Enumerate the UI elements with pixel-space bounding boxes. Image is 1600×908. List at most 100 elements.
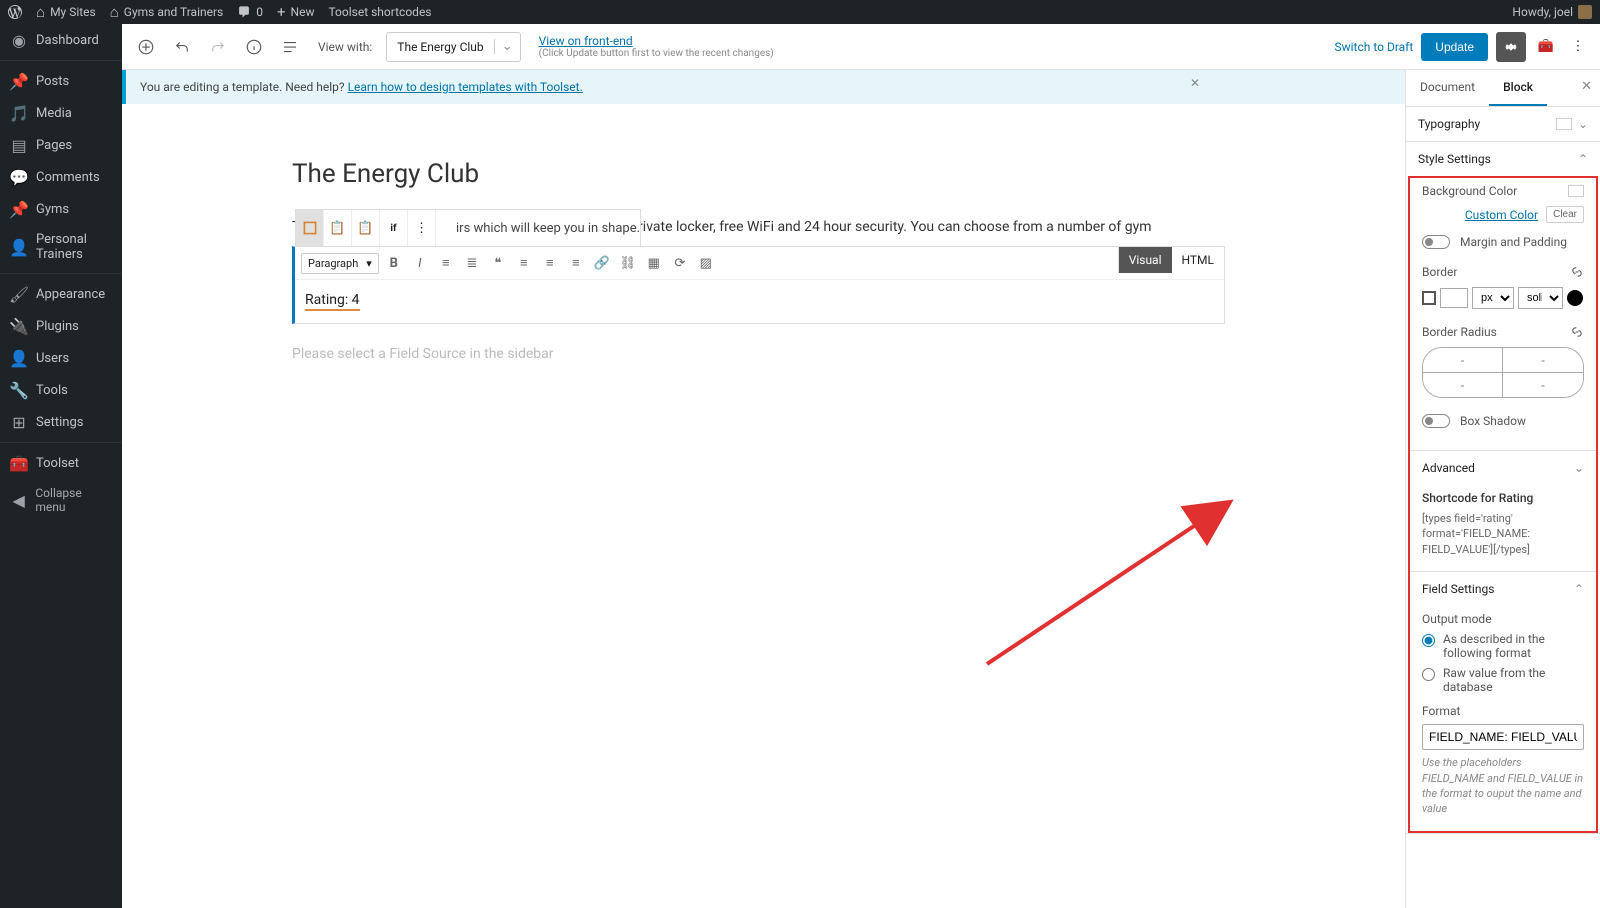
site-name[interactable]: ⌂Gyms and Trainers bbox=[110, 3, 224, 21]
ul-button[interactable]: ≡ bbox=[435, 252, 457, 274]
wrench-icon: 🔧 bbox=[10, 381, 28, 399]
undo-button[interactable] bbox=[168, 33, 196, 61]
update-button[interactable]: Update bbox=[1421, 33, 1488, 61]
sidebar-item-users[interactable]: 👤Users bbox=[0, 342, 122, 374]
sidebar-item-comments[interactable]: 💬Comments bbox=[0, 161, 122, 193]
close-panel-button[interactable]: ✕ bbox=[1581, 79, 1592, 94]
comments-link[interactable]: 0 bbox=[237, 5, 263, 19]
toolset-shortcodes[interactable]: Toolset shortcodes bbox=[328, 5, 431, 19]
sidebar-item-pages[interactable]: ▤Pages bbox=[0, 129, 122, 161]
advanced-section[interactable]: Advanced ⌄ bbox=[1410, 451, 1596, 485]
add-block-button[interactable] bbox=[132, 33, 160, 61]
sidebar-label: Comments bbox=[36, 170, 100, 185]
my-sites-label: My Sites bbox=[50, 5, 96, 19]
link-icon[interactable] bbox=[1570, 325, 1584, 339]
link-icon[interactable] bbox=[1570, 265, 1584, 279]
code-button[interactable]: ⟳ bbox=[669, 252, 691, 274]
format-input[interactable] bbox=[1422, 724, 1584, 750]
quote-button[interactable]: ❝ bbox=[487, 252, 509, 274]
custom-color-link[interactable]: Custom Color bbox=[1465, 208, 1538, 222]
field-block[interactable]: 📋 📋 if ⋮ irs which will keep you in shap… bbox=[292, 246, 1225, 324]
border-style-select[interactable]: solid bbox=[1518, 287, 1563, 309]
sidebar-label: Posts bbox=[36, 74, 69, 89]
typography-section[interactable]: Typography ⌄ bbox=[1406, 107, 1600, 141]
style-settings-section[interactable]: Style Settings ⌃ bbox=[1406, 142, 1600, 176]
ol-button[interactable]: ≣ bbox=[461, 252, 483, 274]
paragraph-select[interactable]: Paragraph▾ bbox=[301, 253, 379, 274]
tab-html[interactable]: HTML bbox=[1172, 247, 1225, 273]
border-unit-select[interactable]: px bbox=[1472, 287, 1514, 309]
sidebar-item-gyms[interactable]: 📌Gyms bbox=[0, 193, 122, 225]
radius-bl[interactable] bbox=[1423, 373, 1503, 397]
empty-field-placeholder[interactable]: Please select a Field Source in the side… bbox=[292, 346, 1225, 362]
block-if-button[interactable]: if bbox=[380, 210, 408, 246]
switch-draft-button[interactable]: Switch to Draft bbox=[1334, 40, 1413, 54]
new-content[interactable]: +New bbox=[277, 3, 314, 21]
redo-button[interactable] bbox=[204, 33, 232, 61]
radio-raw[interactable] bbox=[1422, 668, 1435, 681]
format-hint: Use the placeholders FIELD_NAME and FIEL… bbox=[1422, 755, 1584, 817]
howdy[interactable]: Howdy, joel bbox=[1512, 5, 1592, 19]
align-right-button[interactable]: ≡ bbox=[565, 252, 587, 274]
radius-tr[interactable] bbox=[1503, 348, 1583, 373]
italic-button[interactable]: I bbox=[409, 252, 431, 274]
border-color-picker[interactable] bbox=[1422, 291, 1436, 305]
sidebar-item-trainers[interactable]: 👤Personal Trainers bbox=[0, 225, 122, 269]
output-option-raw[interactable]: Raw value from the database bbox=[1422, 666, 1584, 694]
notice-link[interactable]: Learn how to design templates with Tools… bbox=[348, 80, 583, 94]
link-button[interactable]: 🔗 bbox=[591, 252, 613, 274]
comments-count: 0 bbox=[256, 5, 263, 19]
info-button[interactable] bbox=[240, 33, 268, 61]
align-center-button[interactable]: ≡ bbox=[539, 252, 561, 274]
sidebar-item-appearance[interactable]: 🖌Appearance bbox=[0, 278, 122, 310]
brush-icon: 🖌 bbox=[10, 285, 28, 303]
field-settings-section[interactable]: Field Settings ⌃ bbox=[1410, 572, 1596, 606]
block-date-button[interactable]: 📋 bbox=[324, 210, 352, 246]
toolset-icon-button[interactable]: 🧰 bbox=[1534, 39, 1558, 54]
chevron-down-icon: ▾ bbox=[366, 257, 372, 270]
sidebar-item-plugins[interactable]: 🔌Plugins bbox=[0, 310, 122, 342]
radius-tl[interactable] bbox=[1423, 348, 1503, 373]
radio-formatted[interactable] bbox=[1422, 634, 1435, 647]
tab-document[interactable]: Document bbox=[1406, 70, 1489, 106]
sidebar-item-toolset[interactable]: 🧰Toolset bbox=[0, 447, 122, 479]
wp-logo[interactable] bbox=[8, 5, 22, 19]
fields-button[interactable]: ▨ bbox=[695, 252, 717, 274]
radius-br[interactable] bbox=[1503, 373, 1583, 397]
tab-block[interactable]: Block bbox=[1489, 70, 1547, 106]
border-radius-inputs bbox=[1422, 347, 1584, 398]
pin-icon: 📌 bbox=[10, 72, 28, 90]
chevron-up-icon: ⌃ bbox=[1578, 152, 1588, 166]
border-width-input[interactable] bbox=[1440, 288, 1468, 308]
sidebar-item-media[interactable]: 🎵Media bbox=[0, 97, 122, 129]
clear-button[interactable]: Clear bbox=[1546, 206, 1584, 223]
block-more-button[interactable]: ⋮ bbox=[408, 210, 436, 246]
margin-padding-toggle[interactable] bbox=[1422, 235, 1450, 249]
block-type-button[interactable] bbox=[296, 210, 324, 246]
page-title[interactable]: The Energy Club bbox=[292, 159, 1225, 189]
block-content[interactable]: Rating: 4 bbox=[295, 280, 1224, 323]
sidebar-item-tools[interactable]: 🔧Tools bbox=[0, 374, 122, 406]
bgcolor-swatch[interactable] bbox=[1568, 185, 1584, 197]
notice-close-button[interactable]: ✕ bbox=[1190, 76, 1200, 90]
bold-button[interactable]: B bbox=[383, 252, 405, 274]
border-color-circle[interactable] bbox=[1567, 290, 1583, 306]
sidebar-item-dashboard[interactable]: ◉Dashboard bbox=[0, 24, 122, 56]
box-shadow-toggle[interactable] bbox=[1422, 414, 1450, 428]
settings-gear-button[interactable] bbox=[1496, 32, 1526, 62]
output-option-formatted[interactable]: As described in the following format bbox=[1422, 632, 1584, 660]
outline-button[interactable] bbox=[276, 33, 304, 61]
tab-visual[interactable]: Visual bbox=[1119, 247, 1172, 273]
sidebar-item-settings[interactable]: ⊞Settings bbox=[0, 406, 122, 438]
viewwith-select[interactable]: The Energy Club ⌄ bbox=[386, 32, 520, 62]
my-sites[interactable]: ⌂My Sites bbox=[36, 3, 96, 21]
sidebar-item-posts[interactable]: 📌 Posts bbox=[0, 65, 122, 97]
align-left-button[interactable]: ≡ bbox=[513, 252, 535, 274]
collapse-menu[interactable]: ◀Collapse menu bbox=[0, 479, 122, 521]
margin-padding-label: Margin and Padding bbox=[1460, 235, 1584, 249]
more-options-button[interactable]: ⋮ bbox=[1566, 39, 1590, 54]
unlink-button[interactable]: ⛓ bbox=[617, 252, 639, 274]
block-clip-button[interactable]: 📋 bbox=[352, 210, 380, 246]
viewfront-link[interactable]: View on front-end bbox=[539, 34, 633, 48]
more-button[interactable]: ▦ bbox=[643, 252, 665, 274]
